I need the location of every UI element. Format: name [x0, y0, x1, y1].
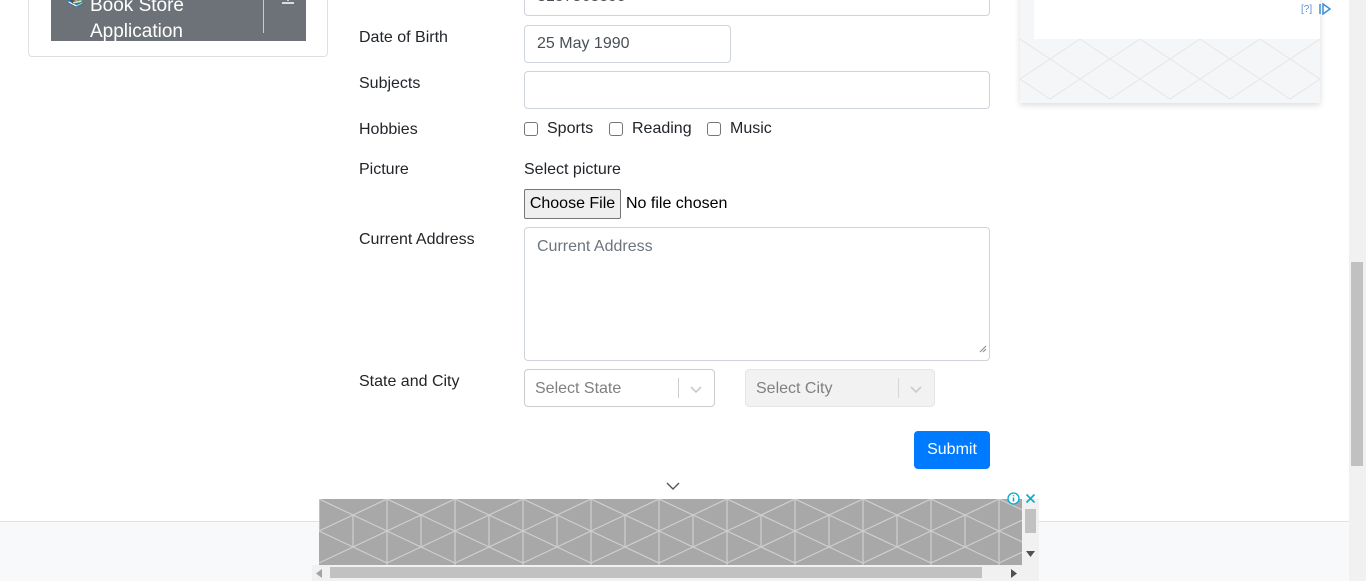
- city-placeholder: Select City: [756, 380, 833, 397]
- choose-file-button[interactable]: Choose File: [524, 189, 621, 219]
- ad-pattern-image: [1020, 39, 1320, 100]
- mobile-input[interactable]: 3187568899: [524, 0, 990, 16]
- date-of-birth-value: 25 May 1990: [537, 35, 630, 52]
- mobile-value: 3187568899: [537, 0, 626, 6]
- date-of-birth-input[interactable]: 25 May 1990: [524, 25, 731, 63]
- reading-checkbox[interactable]: [609, 122, 623, 136]
- state-select-separator: [678, 378, 679, 398]
- ad-pattern-image: [319, 499, 1022, 565]
- state-select[interactable]: Select State: [524, 369, 715, 407]
- current-address-textarea[interactable]: Current Address: [524, 227, 990, 361]
- banner-divider: [263, 0, 264, 33]
- bottom-ad-hscroll-thumb[interactable]: [330, 567, 982, 578]
- chevron-down-icon[interactable]: [689, 382, 703, 400]
- sports-checkbox[interactable]: [524, 122, 538, 136]
- bottom-ad-vscroll-thumb[interactable]: [1025, 509, 1036, 533]
- city-select[interactable]: Select City: [745, 369, 935, 407]
- banner-title: Book Store Application: [90, 0, 184, 42]
- select-picture-label: Select picture: [524, 161, 621, 178]
- right-ad-top: [1034, 0, 1320, 39]
- reading-label: Reading: [632, 120, 692, 137]
- adchoices-icon[interactable]: [1318, 3, 1332, 15]
- resize-grip-icon[interactable]: [979, 340, 987, 358]
- file-status: No file chosen: [626, 195, 728, 212]
- book-store-app-banner[interactable]: 📚 Book Store Application: [51, 0, 306, 42]
- music-label: Music: [730, 120, 772, 137]
- subjects-label: Subjects: [359, 75, 421, 92]
- date-of-birth-label: Date of Birth: [359, 29, 448, 46]
- state-city-label: State and City: [359, 373, 460, 390]
- current-address-label: Current Address: [359, 231, 475, 248]
- scroll-right-arrow-icon[interactable]: [1011, 569, 1017, 578]
- hobby-music[interactable]: Music: [707, 120, 772, 138]
- current-address-placeholder: Current Address: [537, 238, 653, 255]
- ad-tag[interactable]: [?]: [1301, 4, 1312, 15]
- scroll-down-arrow-icon[interactable]: [1026, 551, 1035, 557]
- state-placeholder: Select State: [535, 380, 622, 397]
- subjects-input[interactable]: [524, 71, 990, 109]
- hobby-reading[interactable]: Reading: [609, 120, 692, 138]
- submit-button[interactable]: Submit: [914, 431, 990, 469]
- sports-label: Sports: [547, 120, 594, 137]
- download-icon[interactable]: [280, 0, 296, 10]
- chevron-down-icon[interactable]: [666, 478, 680, 496]
- picture-label: Picture: [359, 161, 409, 178]
- hobbies-label: Hobbies: [359, 121, 418, 138]
- scroll-left-arrow-icon[interactable]: [316, 569, 322, 578]
- chevron-down-icon[interactable]: [909, 382, 923, 400]
- city-select-separator: [898, 378, 899, 398]
- page-scrollbar-thumb[interactable]: [1351, 262, 1363, 466]
- bottom-ad[interactable]: [319, 499, 1022, 565]
- right-ad[interactable]: [?]: [1020, 0, 1332, 103]
- bottom-ad-vertical-scrollbar[interactable]: [1022, 499, 1039, 565]
- close-icon[interactable]: [1024, 492, 1037, 505]
- book-icon: 📚: [67, 0, 84, 8]
- hobby-sports[interactable]: Sports: [524, 120, 593, 138]
- sidebar-card: 📚 Book Store Application: [28, 0, 328, 57]
- info-icon[interactable]: [1007, 492, 1020, 505]
- music-checkbox[interactable]: [707, 122, 721, 136]
